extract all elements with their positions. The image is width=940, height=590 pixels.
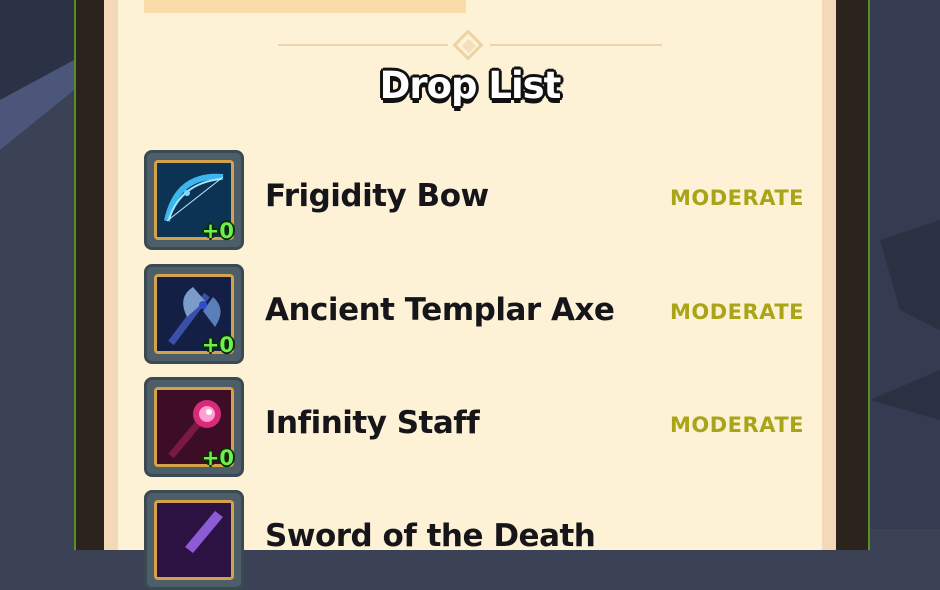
item-slot[interactable]	[144, 490, 244, 590]
item-slot[interactable]: +0	[144, 150, 244, 250]
death-sword-icon	[157, 503, 231, 577]
enhancement-level: +0	[201, 446, 234, 470]
item-rarity: MODERATE	[670, 186, 804, 210]
divider-right	[490, 44, 662, 46]
item-rarity: MODERATE	[670, 300, 804, 324]
item-name: Frigidity Bow	[265, 178, 489, 214]
enhancement-level: +0	[201, 333, 234, 357]
item-name: Infinity Staff	[265, 405, 480, 441]
item-rarity: MODERATE	[670, 413, 804, 437]
item-name: Ancient Templar Axe	[265, 292, 615, 328]
drop-list-title: Drop List	[379, 64, 562, 107]
divider-left	[278, 44, 448, 46]
drop-item-row[interactable]: +0 Frigidity Bow MODERATE	[144, 150, 824, 250]
top-info-box	[144, 0, 466, 13]
drop-item-row[interactable]: +0 Ancient Templar Axe MODERATE	[144, 264, 824, 364]
item-frame	[154, 500, 234, 580]
drop-item-row[interactable]: Sword of the Death	[144, 490, 824, 590]
drop-item-row[interactable]: +0 Infinity Staff MODERATE	[144, 377, 824, 477]
item-slot[interactable]: +0	[144, 264, 244, 364]
item-name: Sword of the Death	[265, 518, 596, 554]
enhancement-level: +0	[201, 219, 234, 243]
item-slot[interactable]: +0	[144, 377, 244, 477]
